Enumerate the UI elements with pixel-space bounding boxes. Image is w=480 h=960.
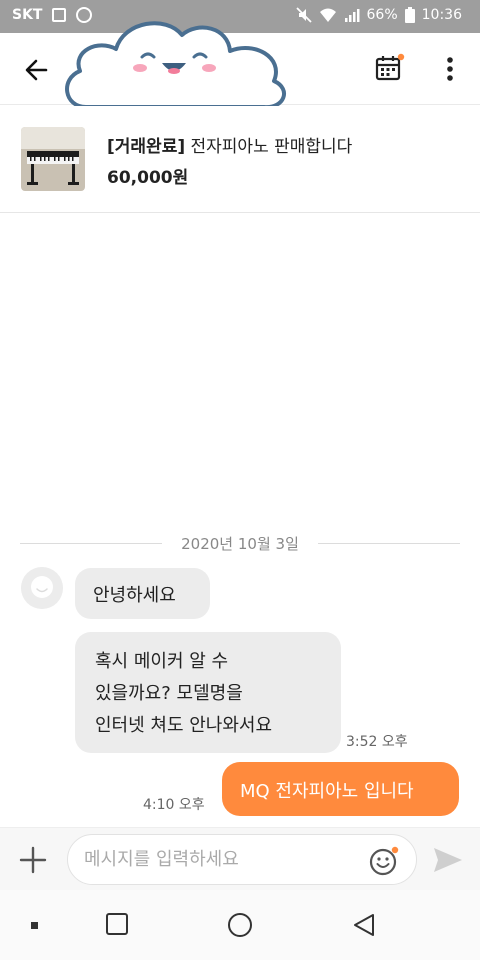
message-timestamp: 4:10 오후 bbox=[143, 797, 205, 813]
message-input[interactable] bbox=[67, 834, 417, 885]
message-text: 안녕하세요 bbox=[93, 585, 176, 606]
divider-line-right bbox=[318, 543, 460, 544]
send-icon[interactable] bbox=[432, 846, 464, 874]
mute-icon bbox=[295, 7, 312, 23]
clock: 10:36 bbox=[421, 7, 462, 23]
battery-percent: 66% bbox=[366, 7, 398, 23]
arrow-left-icon[interactable] bbox=[22, 55, 52, 85]
recent-dot-icon[interactable] bbox=[31, 922, 38, 929]
plus-icon[interactable] bbox=[18, 845, 48, 875]
system-navigation-bar bbox=[0, 890, 480, 960]
product-title-text: 전자피아노 판매합니다 bbox=[190, 137, 353, 157]
incoming-message-bubble[interactable]: 안녕하세요 bbox=[75, 568, 210, 619]
date-divider: 2020년 10월 3일 bbox=[20, 530, 460, 556]
product-price: 60,000원 bbox=[107, 168, 189, 188]
message-timestamp: 3:52 오후 bbox=[346, 734, 408, 750]
calendar-notification-dot bbox=[397, 53, 405, 61]
message-text: MQ 전자피아노 입니다 bbox=[240, 781, 414, 802]
piano-image bbox=[21, 127, 85, 191]
top-app-bar bbox=[0, 21, 480, 110]
calendar-icon[interactable] bbox=[374, 53, 406, 85]
product-thumbnail[interactable] bbox=[21, 127, 85, 191]
avatar[interactable] bbox=[21, 567, 63, 609]
battery-icon bbox=[404, 7, 415, 23]
message-line: 혹시 메이커 알 수 bbox=[95, 651, 229, 672]
message-line: 인터넷 쳐도 안나와서요 bbox=[95, 715, 273, 736]
signal-icon bbox=[344, 9, 360, 22]
incoming-message-bubble[interactable]: 혹시 메이커 알 수 있을까요? 모델명을 인터넷 쳐도 안나와서요 bbox=[75, 632, 341, 753]
emoji-notification-dot bbox=[391, 846, 399, 854]
cloud-mascot-logo bbox=[65, 21, 286, 110]
wifi-icon bbox=[319, 8, 336, 22]
default-avatar-icon bbox=[21, 567, 63, 609]
more-vertical-icon[interactable] bbox=[440, 55, 460, 85]
smile-icon[interactable] bbox=[368, 845, 400, 877]
product-title: [거래완료] 전자피아노 판매합니다 bbox=[107, 132, 352, 157]
overview-square-icon[interactable] bbox=[106, 913, 128, 935]
carrier-label: SKT bbox=[12, 7, 43, 23]
product-summary[interactable]: [거래완료] 전자피아노 판매합니다 60,000원 bbox=[0, 106, 480, 213]
message-line: 있을까요? 모델명을 bbox=[95, 683, 243, 704]
trade-status-tag: [거래완료] bbox=[107, 137, 186, 157]
nav-back-triangle-icon[interactable] bbox=[352, 913, 376, 937]
outgoing-message-bubble[interactable]: MQ 전자피아노 입니다 bbox=[222, 762, 459, 816]
home-circle-icon[interactable] bbox=[228, 913, 252, 937]
message-composer bbox=[0, 827, 480, 890]
